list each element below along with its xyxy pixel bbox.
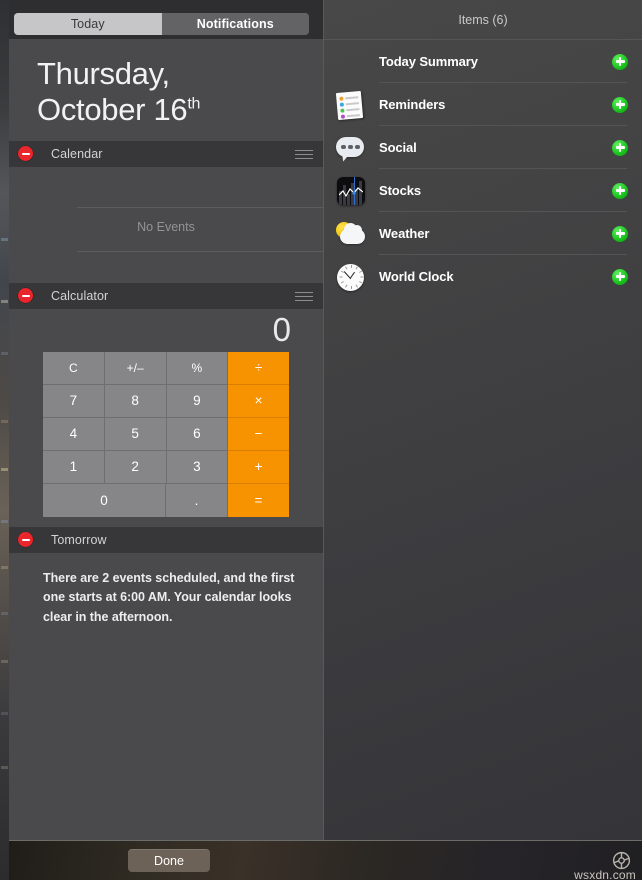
date-month-day: October 16 — [37, 92, 188, 128]
date-weekday: Thursday, — [37, 56, 170, 91]
calculator-key-6[interactable]: 6 — [166, 417, 229, 451]
widget-calculator: Calculator 0 C +/– % ÷ 7 8 9 × 4 5 6 − 1… — [9, 282, 323, 527]
widget-calendar-header: Calendar — [9, 140, 323, 167]
items-header: Items (6) — [324, 0, 642, 40]
today-column: Thursday, October 16th Calendar No Event… — [9, 40, 323, 840]
tab-today[interactable]: Today — [14, 13, 162, 35]
divider — [77, 206, 323, 208]
world-clock-icon — [334, 262, 368, 292]
done-button[interactable]: Done — [128, 849, 210, 872]
desktop-background-strip — [0, 0, 9, 880]
list-item-label: Social — [379, 140, 417, 155]
list-item-label: Today Summary — [379, 54, 478, 69]
remove-widget-icon[interactable] — [18, 288, 33, 304]
items-column: Items (6) Today Summary Reminders Social… — [324, 0, 642, 840]
calculator-key-3[interactable]: 3 — [166, 450, 229, 484]
drag-handle-icon[interactable] — [295, 291, 313, 304]
drag-handle-icon[interactable] — [295, 149, 313, 162]
widget-calculator-body: 0 C +/– % ÷ 7 8 9 × 4 5 6 − 1 2 3 + 0 . … — [9, 308, 323, 527]
calculator-key-row: 7 8 9 × — [43, 384, 289, 418]
add-widget-button[interactable] — [612, 182, 628, 199]
weather-icon — [334, 219, 368, 249]
today-summary-icon — [334, 47, 368, 77]
date-header: Thursday, October 16th — [9, 40, 323, 141]
panel-divider — [323, 0, 324, 840]
calculator-key-5[interactable]: 5 — [104, 417, 167, 451]
calculator-key-clear[interactable]: C — [43, 351, 105, 385]
add-widget-button[interactable] — [612, 225, 628, 242]
stocks-trendline — [339, 186, 363, 197]
tab-bar: Today Notifications — [0, 0, 323, 40]
calculator-key-divide[interactable]: ÷ — [228, 351, 289, 385]
widget-calendar-body: No Events — [9, 166, 323, 283]
add-widget-button[interactable] — [612, 139, 628, 156]
calculator-key-2[interactable]: 2 — [104, 450, 167, 484]
date-ordinal: th — [187, 95, 201, 113]
calculator-key-1[interactable]: 1 — [43, 450, 105, 484]
calculator-key-multiply[interactable]: × — [228, 384, 289, 418]
calculator-display: 0 — [272, 311, 291, 349]
calendar-empty-text: No Events — [137, 219, 195, 234]
calculator-key-0[interactable]: 0 — [43, 483, 166, 517]
remove-widget-icon[interactable] — [18, 532, 33, 548]
widget-tomorrow-header: Tomorrow — [9, 526, 323, 553]
list-item-label: Weather — [379, 226, 430, 241]
reminders-icon — [334, 90, 368, 120]
add-widget-button[interactable] — [612, 268, 628, 285]
widget-tomorrow-title: Tomorrow — [51, 532, 107, 547]
calculator-key-decimal[interactable]: . — [166, 483, 228, 517]
widget-calendar: Calendar No Events — [9, 140, 323, 283]
list-item[interactable]: Today Summary — [324, 40, 642, 83]
calculator-key-equals[interactable]: = — [228, 483, 289, 517]
widget-calculator-title: Calculator — [51, 288, 109, 303]
calculator-key-row: 4 5 6 − — [43, 417, 289, 451]
calculator-keypad: C +/– % ÷ 7 8 9 × 4 5 6 − 1 2 3 + 0 . = — [43, 351, 289, 517]
list-item[interactable]: Stocks — [324, 169, 642, 212]
calculator-key-sign[interactable]: +/– — [104, 351, 167, 385]
watermark: wsxdn.com — [574, 868, 636, 880]
segmented-control[interactable]: Today Notifications — [14, 13, 309, 35]
widget-calendar-title: Calendar — [51, 146, 103, 161]
tomorrow-summary-text: There are 2 events scheduled, and the fi… — [43, 570, 295, 625]
social-icon — [334, 133, 368, 163]
calculator-key-row: 1 2 3 + — [43, 450, 289, 484]
calculator-key-percent[interactable]: % — [166, 351, 229, 385]
calculator-key-4[interactable]: 4 — [43, 417, 105, 451]
list-item[interactable]: Reminders — [324, 83, 642, 126]
widget-tomorrow-body: There are 2 events scheduled, and the fi… — [9, 552, 323, 644]
list-item-label: World Clock — [379, 269, 454, 284]
calculator-key-9[interactable]: 9 — [166, 384, 229, 418]
tab-notifications[interactable]: Notifications — [161, 13, 309, 35]
calculator-key-row: 0 . = — [43, 483, 289, 517]
list-item-label: Reminders — [379, 97, 446, 112]
calculator-key-subtract[interactable]: − — [228, 417, 289, 451]
calculator-key-row: C +/– % ÷ — [43, 351, 289, 385]
widget-tomorrow: Tomorrow There are 2 events scheduled, a… — [9, 526, 323, 644]
list-item[interactable]: Social — [324, 126, 642, 169]
calculator-key-7[interactable]: 7 — [43, 384, 105, 418]
remove-widget-icon[interactable] — [18, 146, 33, 162]
list-item[interactable]: World Clock — [324, 255, 642, 298]
list-item-label: Stocks — [379, 183, 422, 198]
stocks-icon — [334, 176, 368, 206]
list-item[interactable]: Weather — [324, 212, 642, 255]
divider — [77, 250, 323, 252]
add-widget-button[interactable] — [612, 53, 628, 70]
widget-calculator-header: Calculator — [9, 282, 323, 309]
bottom-bar: Done wsxdn.com — [0, 840, 642, 880]
calculator-key-add[interactable]: + — [228, 450, 289, 484]
add-widget-button[interactable] — [612, 96, 628, 113]
calculator-key-8[interactable]: 8 — [104, 384, 167, 418]
notification-center-window: Today Notifications Thursday, October 16… — [0, 0, 642, 880]
